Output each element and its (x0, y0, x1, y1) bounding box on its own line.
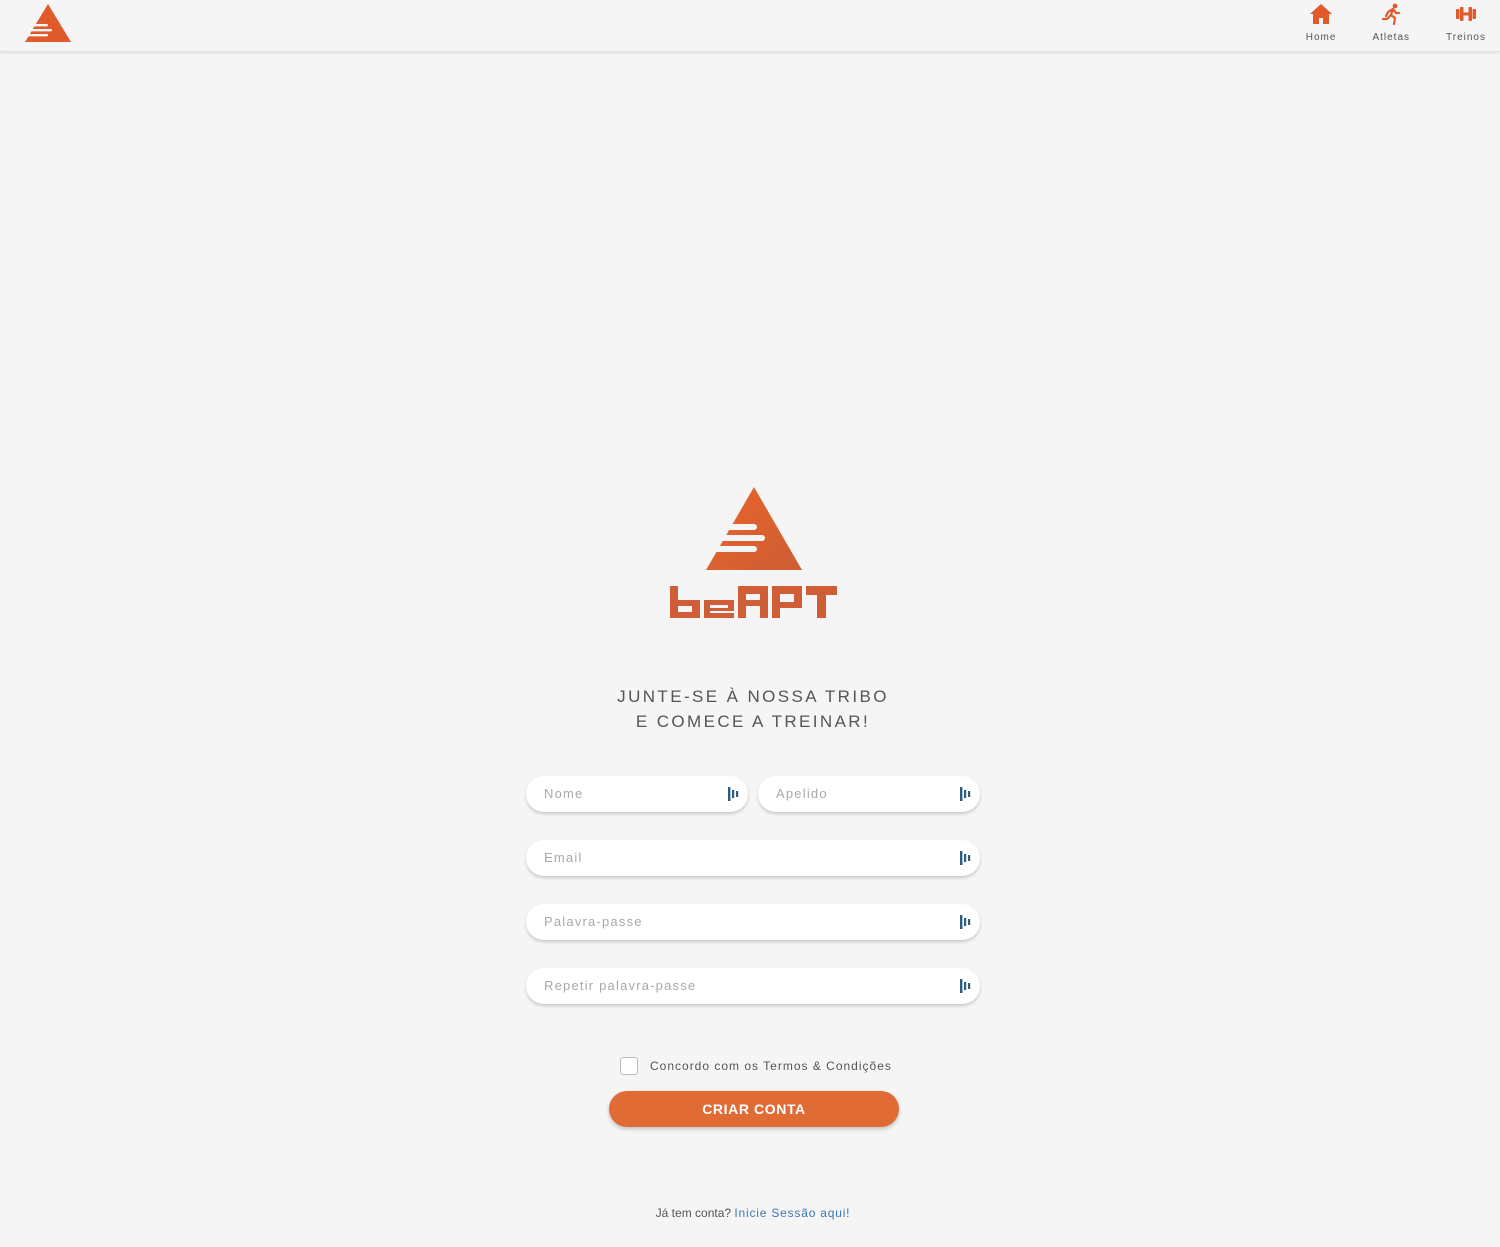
beapt-logo-icon (670, 487, 837, 618)
signup-tagline: JUNTE-SE À NOSSA TRIBO E COMECE A TREINA… (450, 684, 1056, 734)
terms-checkbox[interactable] (620, 1057, 638, 1075)
password-manager-icon[interactable] (728, 787, 740, 801)
nome-field-wrapper (526, 776, 748, 812)
repeat-password-input[interactable] (526, 968, 980, 1004)
login-link[interactable]: Inicie Sessão aqui! (734, 1206, 850, 1220)
password-manager-icon[interactable] (960, 915, 972, 929)
login-prompt-text: Já tem conta? (655, 1206, 732, 1220)
email-input[interactable] (526, 840, 980, 876)
beapt-logo (669, 486, 839, 622)
nav-label-atletas: Atletas (1372, 32, 1411, 43)
apelido-input[interactable] (758, 776, 980, 812)
repeat-password-field-wrapper (526, 968, 980, 1004)
terms-agreement: Concordo com os Termos & Condições (620, 1057, 892, 1075)
password-manager-icon[interactable] (960, 787, 972, 801)
nav-item-home[interactable]: Home (1306, 0, 1337, 43)
nav-label-treinos: Treinos (1446, 32, 1486, 43)
terms-label[interactable]: Concordo com os Termos & Condições (650, 1059, 892, 1073)
tagline-line-1: JUNTE-SE À NOSSA TRIBO (617, 687, 889, 706)
dumbbell-icon (1456, 7, 1476, 21)
apelido-field-wrapper (758, 776, 980, 812)
nav-item-treinos[interactable]: Treinos (1446, 0, 1486, 43)
email-field-wrapper (526, 840, 980, 876)
home-icon (1310, 4, 1333, 24)
main-nav: Home Atletas Treinos (1270, 0, 1486, 52)
password-manager-icon[interactable] (960, 979, 972, 993)
nav-label-home: Home (1305, 32, 1337, 43)
login-prompt: Já tem conta? Inicie Sessão aqui! (450, 1206, 1056, 1220)
nome-input[interactable] (526, 776, 748, 812)
password-field-wrapper (526, 904, 980, 940)
password-manager-icon[interactable] (960, 851, 972, 865)
password-input[interactable] (526, 904, 980, 940)
brand-logo-icon[interactable] (24, 3, 72, 43)
top-navigation-bar: Home Atletas Treinos (0, 0, 1500, 52)
nav-item-atletas[interactable]: Atletas (1372, 0, 1410, 43)
runner-icon (1382, 3, 1401, 25)
tagline-line-2: E COMECE A TREINAR! (635, 712, 871, 731)
create-account-button[interactable]: CRIAR CONTA (609, 1091, 899, 1127)
